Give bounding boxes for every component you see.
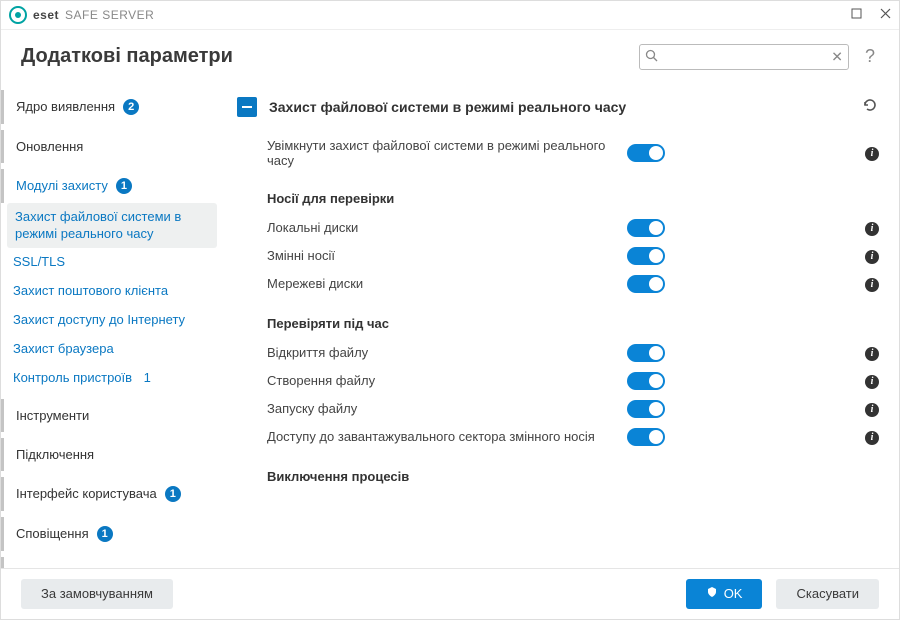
sidebar-sub-label: SSL/TLS [13,254,65,269]
row-label: Мережеві диски [267,276,627,291]
sidebar-badge: 2 [123,99,139,115]
sidebar-sub-mail-client[interactable]: Захист поштового клієнта [1,277,223,306]
toggle-scan-create[interactable] [627,372,665,390]
subhead-scan-on: Перевіряти під час [233,298,889,339]
row-enable-realtime: Увімкнути захист файлової системи в режи… [233,133,889,173]
window-maximize-icon[interactable] [851,7,862,22]
info-icon[interactable]: i [865,144,879,161]
row-label: Доступу до завантажувального сектора змі… [267,429,627,444]
toggle-scan-boot-sector[interactable] [627,428,665,446]
app-logo: eset SAFE SERVER [9,6,154,24]
row-scan-create: Створення файлу i [233,367,889,395]
undo-icon[interactable] [855,96,885,119]
search-input[interactable] [639,44,849,70]
sidebar-badge: 1 [97,526,113,542]
sidebar-item-detection-core[interactable]: Ядро виявлення 2 [1,90,223,124]
info-icon[interactable]: i [865,247,879,264]
info-icon[interactable]: i [865,219,879,236]
shield-icon [706,586,718,601]
info-icon[interactable]: i [865,428,879,445]
toggle-scan-execute[interactable] [627,400,665,418]
brand-secondary: SAFE SERVER [65,8,154,22]
sidebar-badge: 1 [144,370,151,385]
title-bar: eset SAFE SERVER [1,1,899,30]
info-icon[interactable]: i [865,400,879,417]
sidebar-badge: 1 [116,178,132,194]
button-label: ОK [724,586,743,601]
button-label: За замовчуванням [41,586,153,601]
info-icon[interactable]: i [865,275,879,292]
info-icon[interactable]: i [865,372,879,389]
sidebar-item-notifications[interactable]: Сповіщення 1 [1,517,223,551]
sidebar-item-label: Підключення [16,447,94,462]
row-removable-media: Змінні носії i [233,242,889,270]
sidebar-sub-browser[interactable]: Захист браузера [1,335,223,364]
row-label: Відкриття файлу [267,345,627,360]
subhead-media: Носії для перевірки [233,173,889,214]
sidebar-item-label: Сповіщення [16,526,89,541]
row-label: Змінні носії [267,248,627,263]
window-close-icon[interactable] [880,7,891,22]
sidebar-item-tools[interactable]: Інструменти [1,399,223,432]
row-label: Увімкнути захист файлової системи в режи… [267,138,627,168]
sidebar-item-label: Інтерфейс користувача [16,486,157,501]
body: Ядро виявлення 2 Оновлення Модулі захист… [1,84,899,568]
ok-button[interactable]: ОK [686,579,763,609]
sidebar-badge: 1 [165,486,181,502]
toggle-network-drives[interactable] [627,275,665,293]
collapse-toggle-icon[interactable] [237,97,257,117]
sidebar: Ядро виявлення 2 Оновлення Модулі захист… [1,84,223,568]
toggle-local-drives[interactable] [627,219,665,237]
sidebar-item-label: Модулі захисту [16,178,108,193]
defaults-button[interactable]: За замовчуванням [21,579,173,609]
toggle-scan-open[interactable] [627,344,665,362]
row-scan-execute: Запуску файлу i [233,395,889,423]
sidebar-item-ui[interactable]: Інтерфейс користувача 1 [1,477,223,511]
row-label: Запуску файлу [267,401,627,416]
row-network-drives: Мережеві диски i [233,270,889,298]
sidebar-item-label: Інструменти [16,408,89,423]
main-panel: Захист файлової системи в режимі реально… [223,84,899,568]
sidebar-sub-label: Захист браузера [13,341,114,356]
sidebar-sub-ssl-tls[interactable]: SSL/TLS [1,248,223,277]
row-scan-boot-sector: Доступу до завантажувального сектора змі… [233,423,889,451]
window-controls [851,7,891,22]
page-title: Додаткові параметри [21,45,233,68]
cancel-button[interactable]: Скасувати [776,579,879,609]
toggle-enable-realtime[interactable] [627,144,665,162]
toggle-removable-media[interactable] [627,247,665,265]
sidebar-sub-web-access[interactable]: Захист доступу до Інтернету [1,306,223,335]
sidebar-item-connection[interactable]: Підключення [1,438,223,471]
search-wrap: ✕ [639,44,849,70]
button-label: Скасувати [796,586,859,601]
subhead-process-exclusions: Виключення процесів [233,451,889,504]
page-header: Додаткові параметри ✕ ? [1,30,899,84]
sidebar-sub-device-control[interactable]: Контроль пристроїв 1 [1,364,223,393]
sidebar-sub-label: Захист поштового клієнта [13,283,168,298]
info-icon[interactable]: i [865,344,879,361]
sidebar-item-privacy[interactable]: Параметри конфіденційності [1,557,223,568]
sidebar-sub-label: Контроль пристроїв [13,370,132,385]
brand-primary: eset [33,8,59,22]
row-label: Локальні диски [267,220,627,235]
section-title: Захист файлової системи в режимі реально… [269,99,843,115]
row-scan-open: Відкриття файлу i [233,339,889,367]
row-label: Створення файлу [267,373,627,388]
sidebar-item-label: Оновлення [16,139,83,154]
section-header: Захист файлової системи в режимі реально… [233,92,889,133]
row-local-drives: Локальні диски i [233,214,889,242]
sidebar-item-label: Ядро виявлення [16,99,115,114]
sidebar-item-updates[interactable]: Оновлення [1,130,223,163]
sidebar-sub-label: Захист доступу до Інтернету [13,312,185,327]
sidebar-item-protection-modules[interactable]: Модулі захисту 1 [1,169,223,203]
search-clear-icon[interactable]: ✕ [831,48,843,65]
logo-mark-icon [9,6,27,24]
sidebar-sub-label: Захист файлової системи в режимі реально… [15,209,181,241]
footer: За замовчуванням ОK Скасувати [1,568,899,619]
help-icon[interactable]: ? [861,46,879,67]
sidebar-sub-realtime-fs[interactable]: Захист файлової системи в режимі реально… [7,203,217,249]
